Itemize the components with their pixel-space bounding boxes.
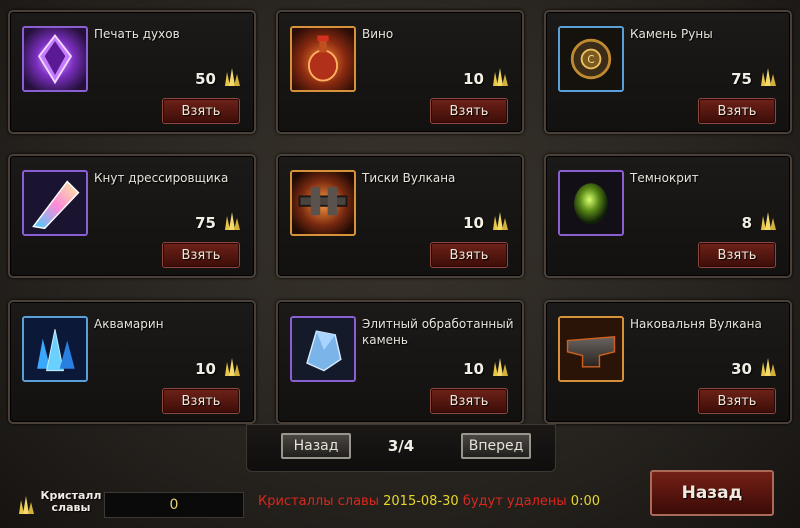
item-name: Наковальня Вулкана bbox=[630, 317, 762, 331]
item-cost: 10 bbox=[195, 360, 216, 378]
item-cost: 10 bbox=[463, 214, 484, 232]
glory-crystal-icon bbox=[493, 68, 508, 86]
reward-card: Печать духов 50 Взять bbox=[8, 10, 256, 134]
trainer-whip-icon bbox=[22, 170, 88, 236]
reward-card: Тиски Вулкана 10 Взять bbox=[276, 154, 524, 278]
rune-stone-icon: C bbox=[558, 26, 624, 92]
glory-crystal-icon bbox=[493, 358, 508, 376]
spirit-seal-icon bbox=[22, 26, 88, 92]
take-button[interactable]: Взять bbox=[430, 388, 508, 414]
reward-card: Темнокрит 8 Взять bbox=[544, 154, 792, 278]
take-button[interactable]: Взять bbox=[162, 98, 240, 124]
reward-card: Вино 10 Взять bbox=[276, 10, 524, 134]
reward-card: Кнут дрессировщика 75 Взять bbox=[8, 154, 256, 278]
item-name: Кнут дрессировщика bbox=[94, 171, 229, 185]
take-button[interactable]: Взять bbox=[162, 242, 240, 268]
vulcan-anvil-icon bbox=[558, 316, 624, 382]
glory-crystal-icon bbox=[761, 212, 776, 230]
take-button[interactable]: Взять bbox=[698, 242, 776, 268]
pagination: Назад 3/4 Вперед bbox=[246, 424, 556, 472]
elite-stone-icon bbox=[290, 316, 356, 382]
status-suffix: будут удалены bbox=[462, 494, 567, 509]
glory-crystal-icon bbox=[225, 68, 240, 86]
item-cost: 30 bbox=[731, 360, 752, 378]
item-name: Печать духов bbox=[94, 27, 180, 41]
item-cost: 10 bbox=[463, 70, 484, 88]
footer-bar: Кристалл славы 0 Кристаллы славы 2015-08… bbox=[0, 470, 800, 528]
reward-card: Аквамарин 10 Взять bbox=[8, 300, 256, 424]
glory-crystal-icon bbox=[225, 212, 240, 230]
item-name: Элитный обработанный камень bbox=[362, 317, 514, 347]
crystal-balance-value: 0 bbox=[104, 492, 244, 518]
glory-crystal-icon bbox=[493, 212, 508, 230]
item-cost: 50 bbox=[195, 70, 216, 88]
item-cost: 10 bbox=[463, 360, 484, 378]
status-date: 2015-08-30 bbox=[383, 494, 459, 509]
reward-card: Элитный обработанный камень 10 Взять bbox=[276, 300, 524, 424]
item-name: Темнокрит bbox=[630, 171, 699, 185]
reward-card: Наковальня Вулкана 30 Взять bbox=[544, 300, 792, 424]
reward-grid: Печать духов 50 Взять Вино 10 Взять C Ка… bbox=[8, 10, 792, 424]
item-name: Камень Руны bbox=[630, 27, 713, 41]
item-cost: 75 bbox=[731, 70, 752, 88]
darkcrit-icon bbox=[558, 170, 624, 236]
wine-icon bbox=[290, 26, 356, 92]
take-button[interactable]: Взять bbox=[162, 388, 240, 414]
reward-card: C Камень Руны 75 Взять bbox=[544, 10, 792, 134]
item-name: Вино bbox=[362, 27, 394, 41]
status-label: Кристаллы славы bbox=[258, 494, 379, 509]
prev-page-button[interactable]: Назад bbox=[281, 433, 351, 459]
item-name: Тиски Вулкана bbox=[362, 171, 456, 185]
status-time: 0:00 bbox=[570, 494, 600, 509]
page-indicator: 3/4 bbox=[387, 437, 415, 455]
take-button[interactable]: Взять bbox=[698, 98, 776, 124]
glory-crystal-icon bbox=[225, 358, 240, 376]
crystal-balance-label: Кристалл славы bbox=[40, 489, 102, 514]
aquamarine-icon bbox=[22, 316, 88, 382]
svg-text:C: C bbox=[587, 54, 594, 66]
item-cost: 75 bbox=[195, 214, 216, 232]
glory-crystal-icon bbox=[19, 496, 34, 514]
item-cost: 8 bbox=[741, 214, 752, 232]
take-button[interactable]: Взять bbox=[698, 388, 776, 414]
expiry-status: Кристаллы славы 2015-08-30 будут удалены… bbox=[258, 494, 600, 509]
item-name: Аквамарин bbox=[94, 317, 164, 331]
back-button[interactable]: Назад bbox=[650, 470, 774, 516]
next-page-button[interactable]: Вперед bbox=[461, 433, 531, 459]
glory-crystal-icon bbox=[761, 68, 776, 86]
take-button[interactable]: Взять bbox=[430, 242, 508, 268]
reward-panel: Печать духов 50 Взять Вино 10 Взять C Ка… bbox=[0, 0, 800, 528]
take-button[interactable]: Взять bbox=[430, 98, 508, 124]
glory-crystal-icon bbox=[761, 358, 776, 376]
vulcan-vise-icon bbox=[290, 170, 356, 236]
